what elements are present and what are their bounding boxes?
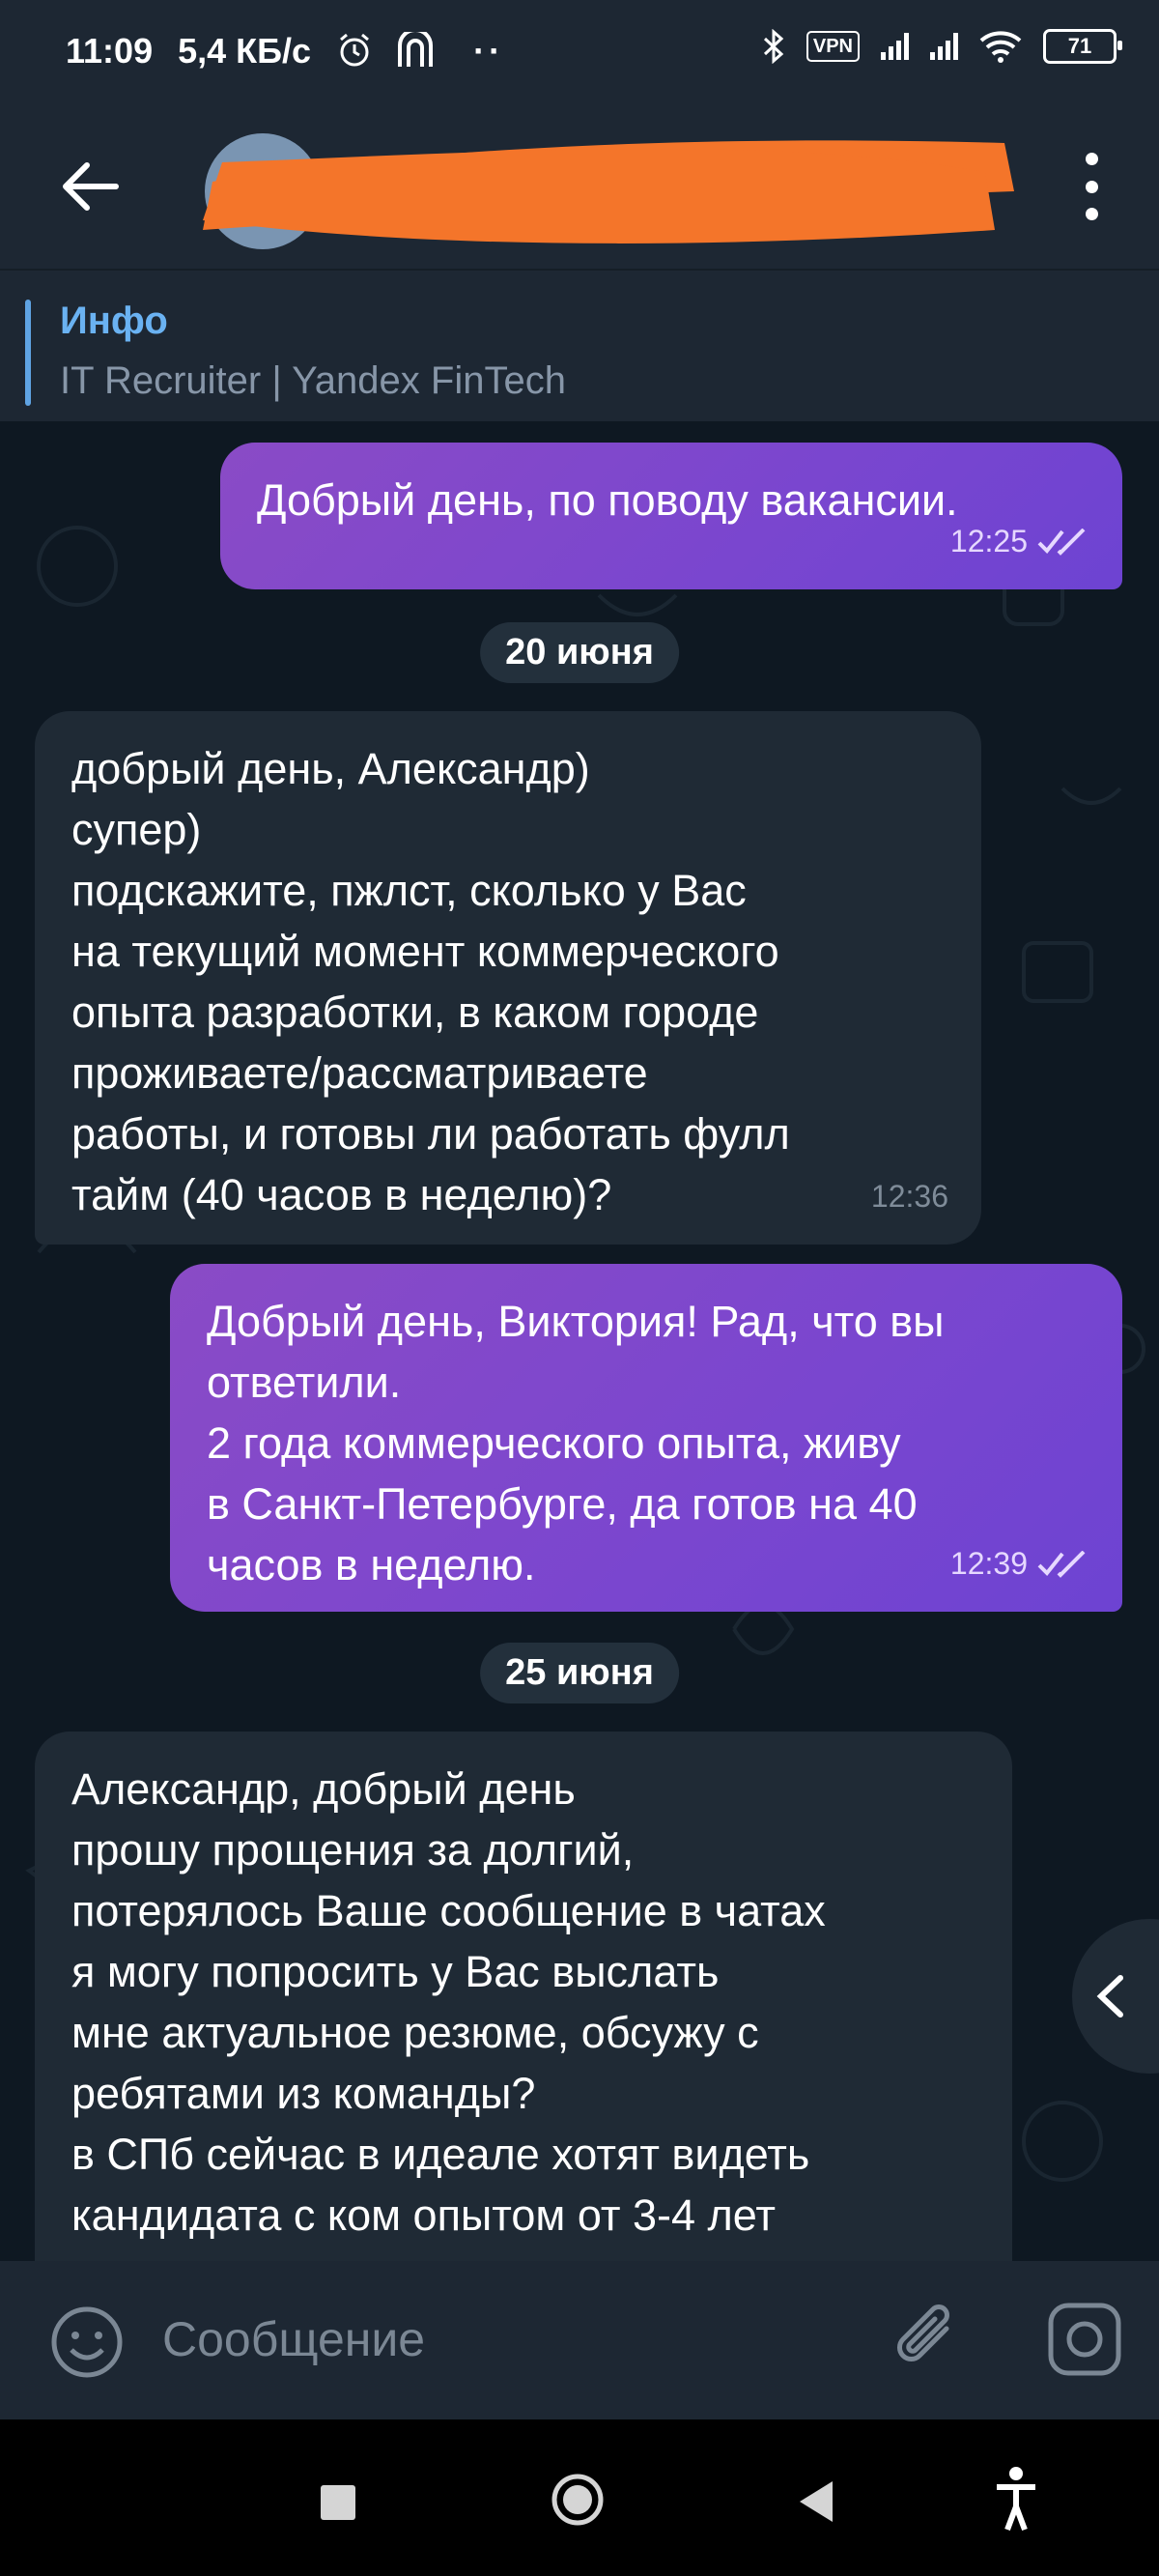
message-time: 12:39 [949, 1546, 1028, 1581]
redaction-scribble [203, 140, 1014, 243]
wifi-icon [979, 31, 1022, 63]
date-separator: 20 июня [480, 622, 679, 683]
date-separator: 25 июня [480, 1643, 679, 1703]
status-bar: 11:09 5,4 КБ/с ·· VPN 71 [0, 0, 1159, 114]
more-notifications-icon: ·· [473, 31, 505, 71]
double-check-icon [1037, 528, 1086, 556]
message-text: Александр, добрый день прошу прощения за… [71, 1764, 826, 2240]
battery-level: 71 [1067, 34, 1092, 58]
pinned-subtitle: IT Recruiter | Yandex FinTech [60, 359, 566, 402]
message-meta: 12:25 [950, 511, 1089, 572]
status-right: VPN 71 [762, 29, 1122, 64]
signal-icon-2 [930, 33, 958, 60]
message-meta: 12:39 [950, 1533, 1089, 1594]
message-incoming-2[interactable]: Александр, добрый день прошу прощения за… [35, 1732, 1012, 2261]
signal-icon [881, 33, 909, 60]
status-left: 11:09 5,4 КБ/с ·· [66, 28, 520, 72]
recents-button[interactable] [321, 2485, 355, 2520]
emoji-icon[interactable] [48, 2304, 126, 2381]
nav-back-button[interactable] [794, 2477, 838, 2526]
vpn-badge: VPN [806, 31, 860, 62]
chat-area[interactable]: Добрый день, по поводу вакансии. 12:25 2… [0, 421, 1159, 2261]
pinned-accent-bar [25, 300, 31, 406]
message-meta: 12:36 [871, 1166, 948, 1227]
message-text: добрый день, Александр) супер) подскажит… [71, 744, 790, 1219]
pinned-message[interactable]: Инфо IT Recruiter | Yandex FinTech [0, 269, 1159, 423]
battery-icon: 71 [1043, 29, 1122, 64]
message-time: 12:36 [870, 1179, 948, 1214]
back-arrow-icon[interactable] [56, 153, 124, 220]
double-check-icon [1037, 1550, 1086, 1578]
message-incoming-1[interactable]: добрый день, Александр) супер) подскажит… [35, 711, 981, 1245]
message-input[interactable]: Сообщение [162, 2311, 425, 2367]
accessibility-icon[interactable] [993, 2466, 1039, 2532]
system-navigation-bar [0, 2419, 1159, 2576]
message-composer: Сообщение [0, 2261, 1159, 2419]
home-button[interactable] [551, 2473, 605, 2527]
alarm-icon [340, 33, 370, 67]
pinned-title: Инфо [60, 300, 168, 342]
attach-icon[interactable] [889, 2300, 966, 2381]
status-time: 11:09 [66, 31, 154, 71]
more-menu-icon[interactable] [1080, 153, 1103, 220]
message-outgoing-1[interactable]: Добрый день, по поводу вакансии. 12:25 [220, 443, 1122, 589]
app-notification-icon [398, 28, 434, 67]
bluetooth-icon [763, 29, 784, 64]
message-outgoing-2[interactable]: Добрый день, Виктория! Рад, что вы ответ… [170, 1264, 1122, 1612]
message-time: 12:25 [949, 524, 1028, 558]
chat-header [0, 114, 1159, 269]
chevron-left-icon [1096, 1975, 1123, 2018]
status-speed: 5,4 КБ/с [178, 31, 312, 71]
camera-icon[interactable] [1045, 2300, 1124, 2379]
